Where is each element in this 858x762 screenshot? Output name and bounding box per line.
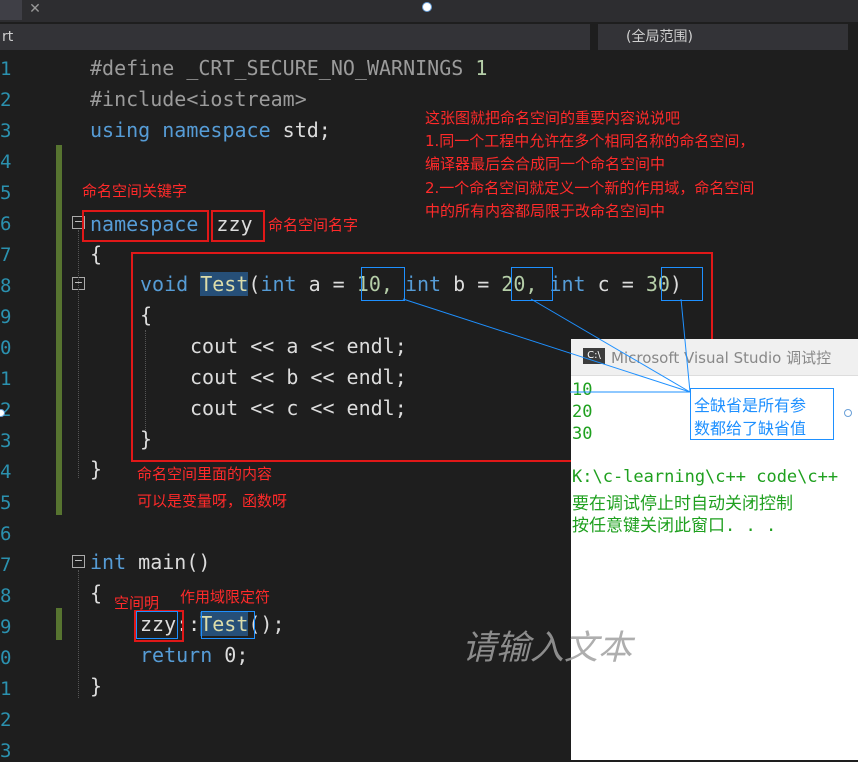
annotation-connectors xyxy=(402,298,691,393)
annotation-defaults: 全缺省是所有参 xyxy=(694,396,807,415)
selection-handle[interactable] xyxy=(844,409,852,417)
connector-line xyxy=(402,298,691,393)
text-placeholder[interactable]: 请输入文本 xyxy=(462,620,632,669)
connector-line xyxy=(680,298,691,393)
connector-line xyxy=(530,298,691,393)
annotation-defaults-cont: 数都给了缺省值 xyxy=(694,419,807,438)
